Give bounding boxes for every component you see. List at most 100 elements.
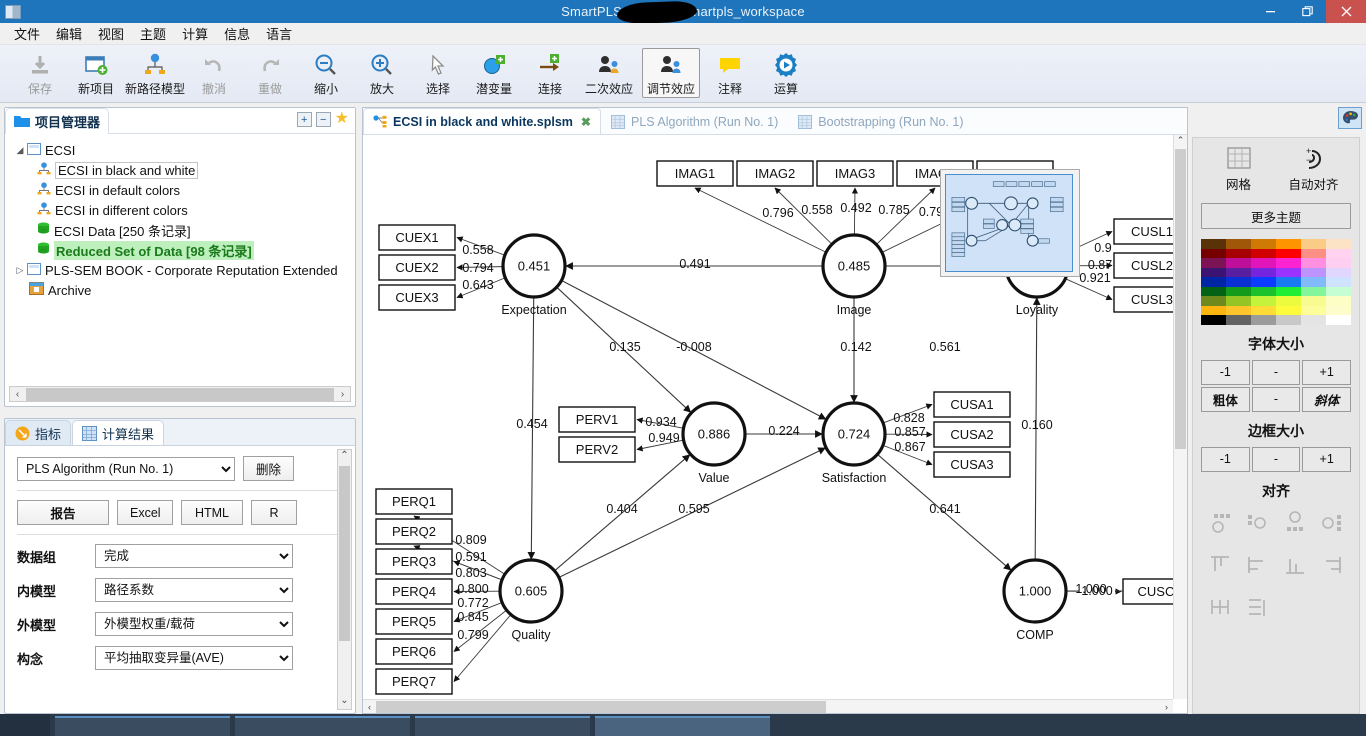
diagram-minimap[interactable]: [940, 169, 1080, 277]
menu-file[interactable]: 文件: [6, 22, 48, 45]
delete-button[interactable]: 删除: [243, 456, 295, 481]
indicator-box[interactable]: CUEX2: [378, 254, 456, 281]
scroll-thumb[interactable]: [1175, 149, 1186, 449]
color-swatch[interactable]: [1251, 315, 1276, 325]
color-swatch[interactable]: [1251, 286, 1276, 296]
toolbar-comment-button[interactable]: 注释: [704, 48, 756, 98]
canvas-hscrollbar[interactable]: ‹ ›: [363, 699, 1173, 713]
toolbar-redo-button[interactable]: 重做: [244, 48, 296, 98]
font-style-reset-button[interactable]: -: [1251, 386, 1301, 412]
menu-calculate[interactable]: 计算: [174, 22, 216, 45]
color-swatch[interactable]: [1251, 305, 1276, 315]
color-swatch[interactable]: [1326, 258, 1351, 268]
color-swatch[interactable]: [1201, 248, 1226, 258]
menu-info[interactable]: 信息: [216, 22, 258, 45]
taskbar-start-button[interactable]: [0, 714, 50, 736]
indicator-box[interactable]: PERV2: [558, 436, 636, 463]
indicator-box[interactable]: PERQ1: [375, 488, 453, 515]
color-swatch[interactable]: [1326, 239, 1351, 249]
border-size-decrease-button[interactable]: -1: [1201, 446, 1250, 472]
color-swatch[interactable]: [1301, 286, 1326, 296]
color-swatch[interactable]: [1326, 286, 1351, 296]
menu-language[interactable]: 语言: [258, 22, 300, 45]
color-swatch[interactable]: [1251, 258, 1276, 268]
color-swatch[interactable]: [1201, 286, 1226, 296]
scroll-thumb[interactable]: [376, 700, 826, 713]
indicator-box[interactable]: IMAG3: [816, 160, 894, 187]
tree-item-archive[interactable]: Archive: [11, 280, 355, 300]
tree-item-pls-sem-book[interactable]: ▷ PLS-SEM BOOK - Corporate Reputation Ex…: [11, 260, 355, 280]
toolbar-zoom-out-button[interactable]: 缩小: [300, 48, 352, 98]
construct-node[interactable]: 0.605 Quality: [498, 558, 564, 642]
color-swatch[interactable]: [1226, 305, 1251, 315]
favorite-star-icon[interactable]: ★: [335, 111, 349, 127]
align-bottom-right-icon[interactable]: [1314, 549, 1352, 581]
toolbar-connect-button[interactable]: 连接: [524, 48, 576, 98]
indicator-box[interactable]: CUEX3: [378, 284, 456, 311]
collapse-all-icon[interactable]: −: [315, 112, 331, 127]
color-swatch[interactable]: [1226, 296, 1251, 306]
tree-item-ecsi-black-white[interactable]: ECSI in black and white: [11, 160, 355, 180]
editor-tab-pls-algorithm[interactable]: PLS Algorithm (Run No. 1): [601, 108, 788, 134]
distribute-vertical-icon[interactable]: [1239, 591, 1277, 623]
align-left-icon[interactable]: [1239, 507, 1277, 539]
indicator-box[interactable]: CUSL1: [1113, 218, 1173, 245]
scroll-left-icon[interactable]: ‹: [363, 702, 376, 712]
color-swatch[interactable]: [1201, 305, 1226, 315]
indicator-box[interactable]: CUEX1: [378, 224, 456, 251]
color-swatch[interactable]: [1276, 239, 1301, 249]
border-size-reset-button[interactable]: -: [1251, 446, 1301, 472]
outer-model-select[interactable]: 外模型权重/载荷: [95, 612, 293, 636]
toolbar-moderating-effect-button[interactable]: 调节效应: [642, 48, 700, 98]
editor-tab-model[interactable]: ECSI in black and white.splsm ✖: [363, 108, 601, 134]
indicator-box[interactable]: CUSA2: [933, 421, 1011, 448]
toolbar-undo-button[interactable]: 撤消: [188, 48, 240, 98]
color-swatch[interactable]: [1301, 315, 1326, 325]
color-swatch[interactable]: [1326, 305, 1351, 315]
toolbar-quadratic-effect-button[interactable]: 二次效应: [580, 48, 638, 98]
menu-theme[interactable]: 主题: [132, 22, 174, 45]
color-swatch[interactable]: [1276, 296, 1301, 306]
toolbar-new-project-button[interactable]: 新项目: [70, 48, 122, 98]
tree-item-ecsi-default-colors[interactable]: ECSI in default colors: [11, 180, 355, 200]
align-top-icon[interactable]: [1201, 507, 1239, 539]
indicator-box[interactable]: PERQ2: [375, 518, 453, 545]
scroll-right-icon[interactable]: ›: [1160, 702, 1173, 712]
close-button[interactable]: [1326, 0, 1366, 23]
grid-toggle[interactable]: 网格: [1204, 146, 1274, 193]
align-right-icon[interactable]: [1314, 507, 1352, 539]
font-size-decrease-button[interactable]: -1: [1201, 359, 1250, 385]
indicator-box[interactable]: CUSA3: [933, 451, 1011, 478]
close-icon[interactable]: ✖: [581, 115, 591, 129]
indicator-box[interactable]: CUSCO: [1122, 578, 1173, 605]
editor-tab-bootstrapping[interactable]: Bootstrapping (Run No. 1): [788, 108, 973, 134]
color-swatch[interactable]: [1276, 315, 1301, 325]
color-swatch[interactable]: [1251, 277, 1276, 287]
color-swatch[interactable]: [1301, 277, 1326, 287]
taskbar-item-3[interactable]: [415, 716, 590, 736]
color-swatch[interactable]: [1326, 296, 1351, 306]
indicator-box[interactable]: PERQ5: [375, 608, 453, 635]
construct-node[interactable]: 0.886 Value: [681, 401, 747, 485]
distribute-horizontal-icon[interactable]: [1201, 591, 1239, 623]
scroll-thumb[interactable]: [26, 387, 334, 401]
indicator-box[interactable]: CUSL3: [1113, 286, 1173, 313]
italic-button[interactable]: 斜体: [1302, 386, 1351, 412]
expand-all-icon[interactable]: +: [296, 112, 312, 127]
indicator-box[interactable]: CUSL2: [1113, 252, 1173, 279]
toolbar-calculate-button[interactable]: 运算: [760, 48, 812, 98]
color-swatch[interactable]: [1201, 277, 1226, 287]
dataset-select[interactable]: 完成: [95, 544, 293, 568]
align-horizontal-left-icon[interactable]: [1239, 549, 1277, 581]
more-themes-button[interactable]: 更多主题: [1201, 203, 1351, 229]
color-swatch[interactable]: [1201, 315, 1226, 325]
tab-indicators[interactable]: 指标: [5, 420, 72, 445]
color-swatch[interactable]: [1301, 305, 1326, 315]
indicator-box[interactable]: IMAG1: [656, 160, 734, 187]
color-swatch[interactable]: [1251, 296, 1276, 306]
color-swatch[interactable]: [1226, 267, 1251, 277]
color-swatch-grid[interactable]: [1201, 239, 1351, 325]
construct-node[interactable]: 1.000 COMP: [1002, 558, 1068, 642]
run-select[interactable]: PLS Algorithm (Run No. 1): [17, 456, 235, 481]
scroll-left-icon[interactable]: ‹: [10, 389, 25, 400]
